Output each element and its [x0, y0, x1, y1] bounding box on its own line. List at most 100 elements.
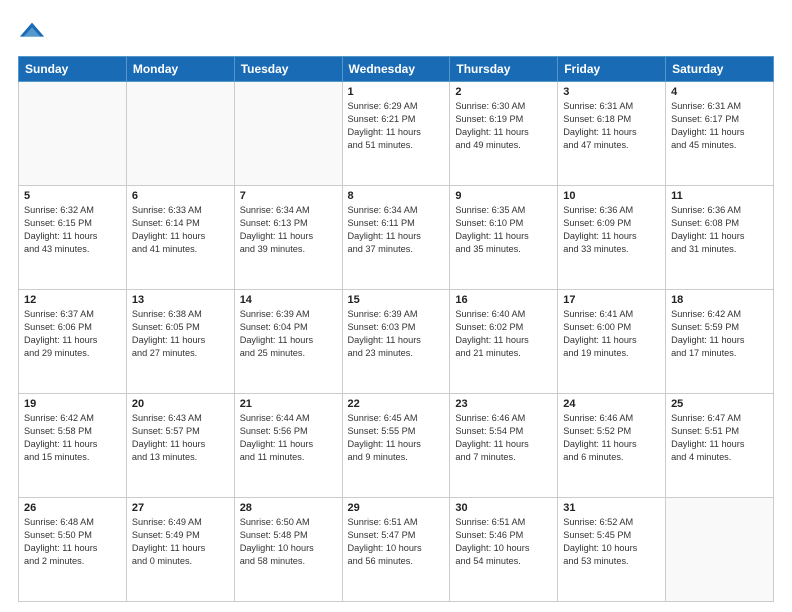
week-row-2: 5Sunrise: 6:32 AM Sunset: 6:15 PM Daylig…: [19, 186, 774, 290]
calendar-cell: 28 Sunrise: 6:50 AM Sunset: 5:48 PM Dayli…: [234, 498, 342, 602]
cell-content: Sunrise: 6:34 AM Sunset: 6:11 PM Dayligh…: [348, 204, 445, 256]
weekday-header-saturday: Saturday: [666, 57, 774, 82]
weekday-header-wednesday: Wednesday: [342, 57, 450, 82]
cell-content: Sunrise: 6:35 AM Sunset: 6:10 PM Dayligh…: [455, 204, 552, 256]
cell-content: Sunrise: 6:39 AM Sunset: 6:03 PM Dayligh…: [348, 308, 445, 360]
cell-content: Sunrise: 6:38 AM Sunset: 6:05 PM Dayligh…: [132, 308, 229, 360]
cell-content: Sunrise: 6:30 AM Sunset: 6:19 PM Dayligh…: [455, 100, 552, 152]
day-number: 19: [24, 398, 121, 410]
cell-content: Sunrise: 6:45 AM Sunset: 5:55 PM Dayligh…: [348, 412, 445, 464]
week-row-3: 12 Sunrise: 6:37 AM Sunset: 6:06 PM Dayli…: [19, 290, 774, 394]
cell-content: Sunrise: 6:49 AM Sunset: 5:49 PM Dayligh…: [132, 516, 229, 568]
calendar-table: SundayMondayTuesdayWednesdayThursdayFrid…: [18, 56, 774, 602]
calendar-cell: 11 Sunrise: 6:36 AM Sunset: 6:08 PM Dayli…: [666, 186, 774, 290]
calendar-cell: 6Sunrise: 6:33 AM Sunset: 6:14 PM Daylig…: [126, 186, 234, 290]
cell-content: Sunrise: 6:43 AM Sunset: 5:57 PM Dayligh…: [132, 412, 229, 464]
header: [18, 18, 774, 46]
page: SundayMondayTuesdayWednesdayThursdayFrid…: [0, 0, 792, 612]
weekday-header-sunday: Sunday: [19, 57, 127, 82]
day-number: 18: [671, 294, 768, 306]
calendar-cell: [666, 498, 774, 602]
day-number: 21: [240, 398, 337, 410]
cell-content: Sunrise: 6:33 AM Sunset: 6:14 PM Dayligh…: [132, 204, 229, 256]
cell-content: Sunrise: 6:36 AM Sunset: 6:09 PM Dayligh…: [563, 204, 660, 256]
cell-content: Sunrise: 6:52 AM Sunset: 5:45 PM Dayligh…: [563, 516, 660, 568]
week-row-1: 1 Sunrise: 6:29 AM Sunset: 6:21 PM Daylig…: [19, 82, 774, 186]
calendar-cell: 22 Sunrise: 6:45 AM Sunset: 5:55 PM Dayli…: [342, 394, 450, 498]
day-number: 2: [455, 86, 552, 98]
logo: [18, 18, 52, 46]
day-number: 25: [671, 398, 768, 410]
cell-content: Sunrise: 6:39 AM Sunset: 6:04 PM Dayligh…: [240, 308, 337, 360]
cell-content: Sunrise: 6:46 AM Sunset: 5:54 PM Dayligh…: [455, 412, 552, 464]
calendar-cell: 23 Sunrise: 6:46 AM Sunset: 5:54 PM Dayli…: [450, 394, 558, 498]
calendar-cell: 18 Sunrise: 6:42 AM Sunset: 5:59 PM Dayli…: [666, 290, 774, 394]
day-number: 12: [24, 294, 121, 306]
cell-content: Sunrise: 6:37 AM Sunset: 6:06 PM Dayligh…: [24, 308, 121, 360]
calendar-cell: 26 Sunrise: 6:48 AM Sunset: 5:50 PM Dayli…: [19, 498, 127, 602]
calendar-cell: 2 Sunrise: 6:30 AM Sunset: 6:19 PM Daylig…: [450, 82, 558, 186]
cell-content: Sunrise: 6:48 AM Sunset: 5:50 PM Dayligh…: [24, 516, 121, 568]
day-number: 9: [455, 190, 552, 202]
day-number: 24: [563, 398, 660, 410]
calendar-cell: 15 Sunrise: 6:39 AM Sunset: 6:03 PM Dayli…: [342, 290, 450, 394]
weekday-header-row: SundayMondayTuesdayWednesdayThursdayFrid…: [19, 57, 774, 82]
cell-content: Sunrise: 6:46 AM Sunset: 5:52 PM Dayligh…: [563, 412, 660, 464]
cell-content: Sunrise: 6:42 AM Sunset: 5:58 PM Dayligh…: [24, 412, 121, 464]
day-number: 26: [24, 502, 121, 514]
day-number: 5: [24, 190, 121, 202]
cell-content: Sunrise: 6:51 AM Sunset: 5:46 PM Dayligh…: [455, 516, 552, 568]
cell-content: Sunrise: 6:47 AM Sunset: 5:51 PM Dayligh…: [671, 412, 768, 464]
calendar-cell: 10 Sunrise: 6:36 AM Sunset: 6:09 PM Dayli…: [558, 186, 666, 290]
weekday-header-friday: Friday: [558, 57, 666, 82]
day-number: 3: [563, 86, 660, 98]
calendar-cell: 17 Sunrise: 6:41 AM Sunset: 6:00 PM Dayli…: [558, 290, 666, 394]
calendar-cell: 7Sunrise: 6:34 AM Sunset: 6:13 PM Daylig…: [234, 186, 342, 290]
day-number: 11: [671, 190, 768, 202]
calendar-cell: [126, 82, 234, 186]
calendar-cell: 9 Sunrise: 6:35 AM Sunset: 6:10 PM Daylig…: [450, 186, 558, 290]
calendar-cell: 1 Sunrise: 6:29 AM Sunset: 6:21 PM Daylig…: [342, 82, 450, 186]
calendar-cell: 13 Sunrise: 6:38 AM Sunset: 6:05 PM Dayli…: [126, 290, 234, 394]
cell-content: Sunrise: 6:42 AM Sunset: 5:59 PM Dayligh…: [671, 308, 768, 360]
calendar-cell: 19 Sunrise: 6:42 AM Sunset: 5:58 PM Dayli…: [19, 394, 127, 498]
week-row-5: 26 Sunrise: 6:48 AM Sunset: 5:50 PM Dayli…: [19, 498, 774, 602]
calendar-cell: 4Sunrise: 6:31 AM Sunset: 6:17 PM Daylig…: [666, 82, 774, 186]
cell-content: Sunrise: 6:41 AM Sunset: 6:00 PM Dayligh…: [563, 308, 660, 360]
day-number: 7: [240, 190, 337, 202]
calendar-cell: 5Sunrise: 6:32 AM Sunset: 6:15 PM Daylig…: [19, 186, 127, 290]
day-number: 10: [563, 190, 660, 202]
cell-content: Sunrise: 6:29 AM Sunset: 6:21 PM Dayligh…: [348, 100, 445, 152]
day-number: 29: [348, 502, 445, 514]
calendar-cell: 25 Sunrise: 6:47 AM Sunset: 5:51 PM Dayli…: [666, 394, 774, 498]
day-number: 27: [132, 502, 229, 514]
logo-icon: [18, 18, 46, 46]
cell-content: Sunrise: 6:50 AM Sunset: 5:48 PM Dayligh…: [240, 516, 337, 568]
calendar-cell: 8 Sunrise: 6:34 AM Sunset: 6:11 PM Daylig…: [342, 186, 450, 290]
calendar-cell: [19, 82, 127, 186]
cell-content: Sunrise: 6:36 AM Sunset: 6:08 PM Dayligh…: [671, 204, 768, 256]
calendar-cell: 31Sunrise: 6:52 AM Sunset: 5:45 PM Dayli…: [558, 498, 666, 602]
day-number: 13: [132, 294, 229, 306]
calendar-cell: 21 Sunrise: 6:44 AM Sunset: 5:56 PM Dayli…: [234, 394, 342, 498]
day-number: 28: [240, 502, 337, 514]
day-number: 20: [132, 398, 229, 410]
week-row-4: 19 Sunrise: 6:42 AM Sunset: 5:58 PM Dayli…: [19, 394, 774, 498]
calendar-cell: 12 Sunrise: 6:37 AM Sunset: 6:06 PM Dayli…: [19, 290, 127, 394]
day-number: 1: [348, 86, 445, 98]
calendar-cell: 20 Sunrise: 6:43 AM Sunset: 5:57 PM Dayli…: [126, 394, 234, 498]
day-number: 22: [348, 398, 445, 410]
day-number: 8: [348, 190, 445, 202]
day-number: 17: [563, 294, 660, 306]
cell-content: Sunrise: 6:44 AM Sunset: 5:56 PM Dayligh…: [240, 412, 337, 464]
calendar-cell: 29Sunrise: 6:51 AM Sunset: 5:47 PM Dayli…: [342, 498, 450, 602]
weekday-header-tuesday: Tuesday: [234, 57, 342, 82]
weekday-header-monday: Monday: [126, 57, 234, 82]
day-number: 23: [455, 398, 552, 410]
cell-content: Sunrise: 6:31 AM Sunset: 6:18 PM Dayligh…: [563, 100, 660, 152]
day-number: 15: [348, 294, 445, 306]
day-number: 30: [455, 502, 552, 514]
weekday-header-thursday: Thursday: [450, 57, 558, 82]
calendar-cell: 24 Sunrise: 6:46 AM Sunset: 5:52 PM Dayli…: [558, 394, 666, 498]
cell-content: Sunrise: 6:40 AM Sunset: 6:02 PM Dayligh…: [455, 308, 552, 360]
